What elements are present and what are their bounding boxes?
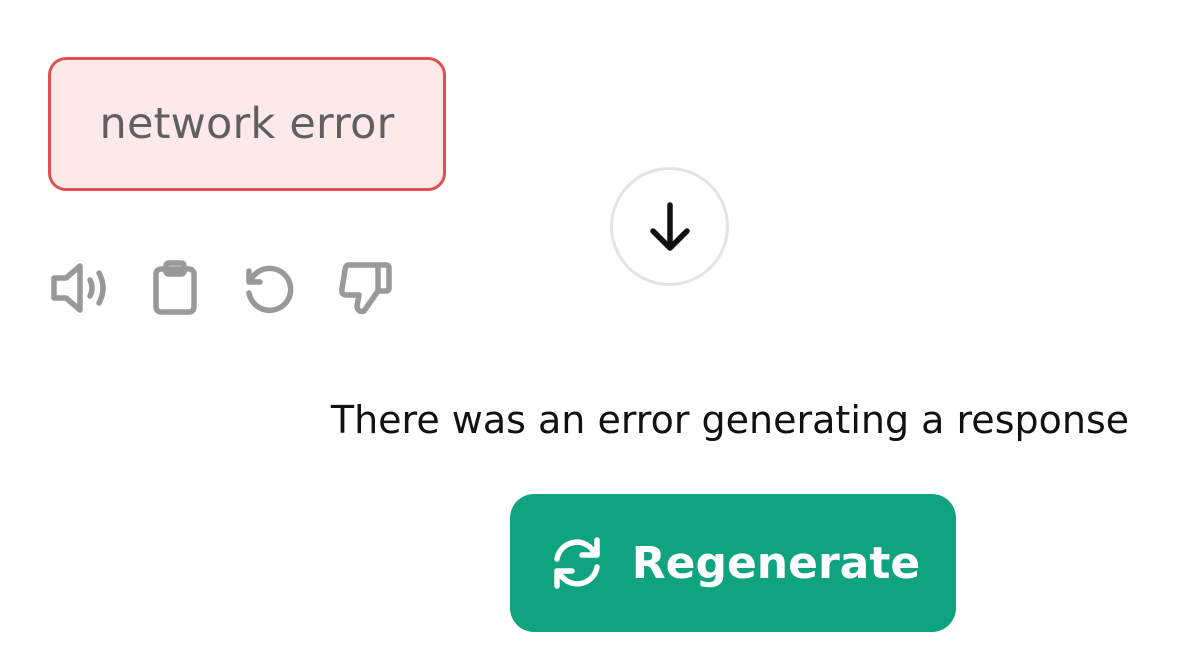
refresh-icon: [546, 534, 608, 592]
generation-error-message: There was an error generating a response: [330, 398, 1130, 442]
copy-button[interactable]: [144, 258, 206, 318]
error-message-text: network error: [99, 99, 395, 149]
scroll-to-bottom-button[interactable]: [610, 167, 729, 286]
regenerate-button-label: Regenerate: [631, 537, 921, 589]
regenerate-button[interactable]: Regenerate: [510, 494, 956, 632]
read-aloud-button[interactable]: [48, 258, 110, 318]
clipboard-icon: [153, 260, 197, 315]
arrow-down-icon: [649, 201, 690, 251]
thumbs-down-icon: [339, 262, 392, 315]
error-message-box: network error: [48, 57, 446, 191]
retry-icon: [246, 265, 294, 314]
thumbs-down-button[interactable]: [334, 258, 396, 318]
speaker-icon: [51, 263, 106, 313]
retry-button[interactable]: [238, 258, 300, 318]
